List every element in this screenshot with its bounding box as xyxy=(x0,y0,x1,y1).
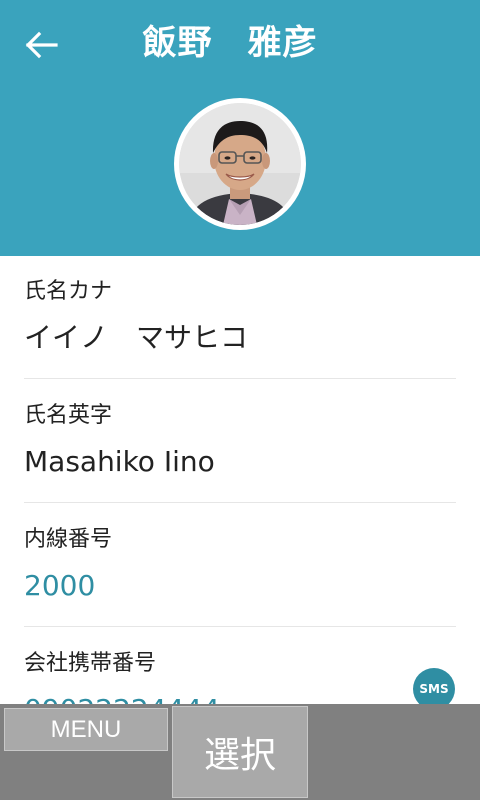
field-company-mobile: 会社携帯番号 09022224444 xyxy=(24,650,456,704)
extension-number-link[interactable]: 2000 xyxy=(24,566,456,606)
contact-details: 氏名カナ イイノ マサヒコ 氏名英字 Masahiko Iino 内線番号 20… xyxy=(0,256,480,704)
contact-name-title: 飯野 雅彦 xyxy=(142,23,318,63)
field-label: 会社携帯番号 xyxy=(24,651,157,676)
menu-button[interactable]: MENU xyxy=(4,708,168,751)
avatar xyxy=(174,98,306,230)
field-label: 氏名カナ xyxy=(24,279,113,304)
sms-button[interactable]: SMS xyxy=(413,668,455,704)
field-value: Masahiko Iino xyxy=(24,445,215,478)
divider xyxy=(24,378,456,379)
select-button[interactable]: 選択 xyxy=(172,706,308,798)
field-extension: 内線番号 2000 xyxy=(24,526,456,606)
company-mobile-number-link[interactable]: 09022224444 xyxy=(24,690,456,704)
bottom-soft-key-bar: MENU 選択 xyxy=(0,704,480,800)
field-name-kana: 氏名カナ イイノ マサヒコ xyxy=(24,278,456,358)
sms-label: SMS xyxy=(419,682,449,696)
profile-header: 飯野 雅彦 xyxy=(0,0,480,256)
field-name-romaji: 氏名英字 Masahiko Iino xyxy=(24,402,456,482)
field-label: 内線番号 xyxy=(24,527,113,552)
field-label: 氏名英字 xyxy=(24,403,113,428)
divider xyxy=(24,626,456,627)
divider xyxy=(24,502,456,503)
field-value: イイノ マサヒコ xyxy=(24,321,249,354)
